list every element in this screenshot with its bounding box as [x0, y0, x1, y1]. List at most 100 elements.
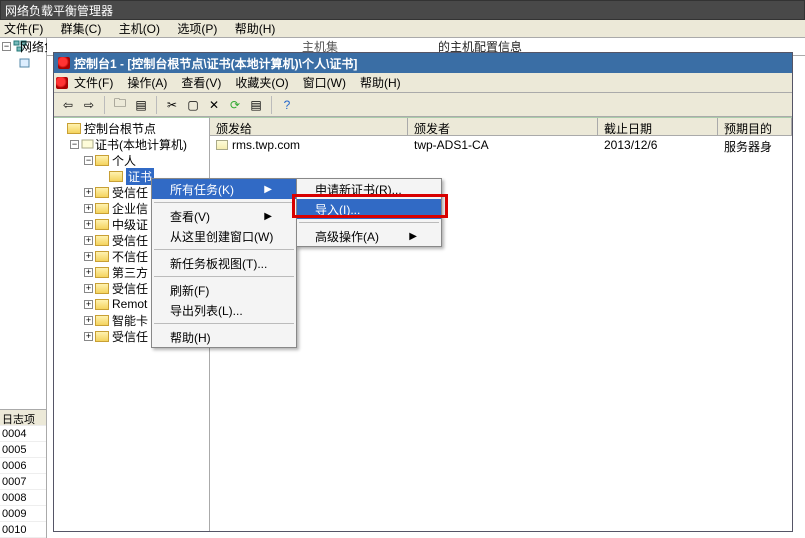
- tree-item[interactable]: 企业信: [112, 200, 148, 217]
- tree-item[interactable]: 智能卡: [112, 312, 148, 329]
- log-header: 日志项: [0, 410, 46, 426]
- ctx-all-tasks[interactable]: 所有任务(K)▶: [152, 179, 296, 199]
- submenu-arrow-icon: ▶: [389, 231, 417, 242]
- export-button[interactable]: ▤: [246, 95, 266, 115]
- tree-toggle[interactable]: +: [84, 220, 93, 229]
- mmc-icon: [58, 57, 70, 69]
- ctx-view[interactable]: 查看(V)▶: [152, 206, 296, 226]
- mmc-menu-window[interactable]: 窗口(W): [303, 74, 346, 91]
- folder-icon: [109, 171, 123, 182]
- log-rownums: 日志项 0004 0005 0006 0007 0008 0009 0010: [0, 409, 46, 538]
- mmc-menu-fav[interactable]: 收藏夹(O): [235, 74, 288, 91]
- col-issued-by[interactable]: 颁发者: [408, 118, 598, 135]
- folder-icon: [67, 123, 81, 134]
- ctx-advanced[interactable]: 高级操作(A)▶: [297, 226, 441, 246]
- folder-icon: [95, 235, 109, 246]
- tree-toggle[interactable]: +: [84, 268, 93, 277]
- tree-item[interactable]: 受信任: [112, 328, 148, 345]
- folder-icon: [95, 219, 109, 230]
- folder-icon: [95, 187, 109, 198]
- menu-help[interactable]: 帮助(H): [235, 22, 276, 36]
- menu-options[interactable]: 选项(P): [177, 22, 217, 36]
- show-button[interactable]: ▤: [131, 95, 151, 115]
- log-row: 0007: [0, 474, 46, 490]
- copy-button[interactable]: ▢: [183, 95, 203, 115]
- back-button[interactable]: ⇦: [58, 95, 78, 115]
- menu-file[interactable]: 文件(F): [4, 22, 43, 36]
- mmc-titlebar[interactable]: 控制台1 - [控制台根节点\证书(本地计算机)\个人\证书]: [54, 53, 792, 73]
- ctx-help[interactable]: 帮助(H): [152, 327, 296, 347]
- ctx-new-window[interactable]: 从这里创建窗口(W): [152, 226, 296, 246]
- col-exp-date[interactable]: 截止日期: [598, 118, 718, 135]
- tree-toggle[interactable]: +: [84, 236, 93, 245]
- tree-toggle[interactable]: +: [84, 332, 93, 341]
- tree-item[interactable]: 第三方: [112, 264, 148, 281]
- cert-icon: [216, 140, 228, 150]
- outer-menubar: 文件(F) 群集(C) 主机(O) 选项(P) 帮助(H): [0, 20, 805, 38]
- log-row: 0006: [0, 458, 46, 474]
- tree-certificates[interactable]: 证书: [126, 168, 154, 185]
- tree-toggle[interactable]: +: [84, 188, 93, 197]
- log-row: 0010: [0, 522, 46, 538]
- menu-cluster[interactable]: 群集(C): [61, 22, 102, 36]
- tree-item[interactable]: 不信任: [112, 248, 148, 265]
- ctx-export[interactable]: 导出列表(L)...: [152, 300, 296, 320]
- folder-icon: [95, 331, 109, 342]
- cell-purpose: 服务器身: [718, 136, 792, 154]
- log-row: 0005: [0, 442, 46, 458]
- context-submenu-all-tasks: 申请新证书(R)... 导入(I)... 高级操作(A)▶: [296, 178, 442, 247]
- ctx-new-taskpad[interactable]: 新任务板视图(T)...: [152, 253, 296, 273]
- forward-button[interactable]: ⇨: [79, 95, 99, 115]
- ctx-request-cert[interactable]: 申请新证书(R)...: [297, 179, 441, 199]
- context-menu-primary: 所有任务(K)▶ 查看(V)▶ 从这里创建窗口(W) 新任务板视图(T)... …: [151, 178, 297, 348]
- col-purpose[interactable]: 预期目的: [718, 118, 792, 135]
- up-button[interactable]: 🗀: [110, 95, 130, 115]
- node-icon: [18, 57, 32, 69]
- folder-icon: [95, 299, 109, 310]
- ctx-refresh[interactable]: 刷新(F): [152, 280, 296, 300]
- tree-toggle[interactable]: +: [84, 300, 93, 309]
- tree-personal[interactable]: 个人: [112, 152, 136, 169]
- tree-item[interactable]: 受信任: [112, 184, 148, 201]
- mmc-menu-help[interactable]: 帮助(H): [360, 74, 401, 91]
- tree-toggle[interactable]: +: [84, 316, 93, 325]
- folder-icon: [95, 155, 109, 166]
- tree-item[interactable]: 受信任: [112, 280, 148, 297]
- cut-button[interactable]: ✂: [162, 95, 182, 115]
- folder-icon: [95, 283, 109, 294]
- tree-item[interactable]: Remot: [112, 297, 147, 311]
- expand-toggle[interactable]: −: [2, 42, 11, 51]
- list-row[interactable]: rms.twp.com twp-ADS1-CA 2013/12/6 服务器身: [210, 136, 792, 154]
- help-button[interactable]: ?: [277, 95, 297, 115]
- col-issued-to[interactable]: 颁发给: [210, 118, 408, 135]
- list-header: 颁发给 颁发者 截止日期 预期目的: [210, 118, 792, 136]
- refresh-button[interactable]: ⟳: [225, 95, 245, 115]
- cell-issued-by: twp-ADS1-CA: [408, 136, 598, 154]
- cell-issued-to: rms.twp.com: [232, 138, 300, 152]
- tree-cert-root[interactable]: 证书(本地计算机): [95, 136, 187, 153]
- log-row: 0004: [0, 426, 46, 442]
- log-row: 0009: [0, 506, 46, 522]
- delete-button[interactable]: ✕: [204, 95, 224, 115]
- tree-toggle[interactable]: +: [84, 284, 93, 293]
- submenu-arrow-icon: ▶: [244, 184, 272, 195]
- tree-toggle[interactable]: +: [84, 252, 93, 261]
- tree-toggle[interactable]: −: [84, 156, 93, 165]
- mmc-toolbar: ⇦ ⇨ 🗀 ▤ ✂ ▢ ✕ ⟳ ▤ ?: [54, 93, 792, 117]
- ctx-import[interactable]: 导入(I)...: [297, 199, 441, 219]
- submenu-arrow-icon: ▶: [244, 211, 272, 222]
- mmc-menu-view[interactable]: 查看(V): [181, 74, 221, 91]
- tree-toggle[interactable]: +: [84, 204, 93, 213]
- tree-root[interactable]: 控制台根节点: [84, 120, 156, 137]
- outer-window-title: 网络负载平衡管理器: [0, 0, 805, 20]
- tree-toggle[interactable]: −: [70, 140, 79, 149]
- mmc-menu-file[interactable]: 文件(F): [74, 74, 113, 91]
- cell-exp-date: 2013/12/6: [598, 136, 718, 154]
- mmc-title-text: 控制台1 - [控制台根节点\证书(本地计算机)\个人\证书]: [74, 55, 357, 72]
- mmc-window: 控制台1 - [控制台根节点\证书(本地计算机)\个人\证书] 文件(F) 操作…: [53, 52, 793, 532]
- tree-item[interactable]: 受信任: [112, 232, 148, 249]
- menu-host[interactable]: 主机(O): [119, 22, 160, 36]
- folder-icon: [95, 315, 109, 326]
- tree-item[interactable]: 中级证: [112, 216, 148, 233]
- mmc-menu-action[interactable]: 操作(A): [127, 74, 167, 91]
